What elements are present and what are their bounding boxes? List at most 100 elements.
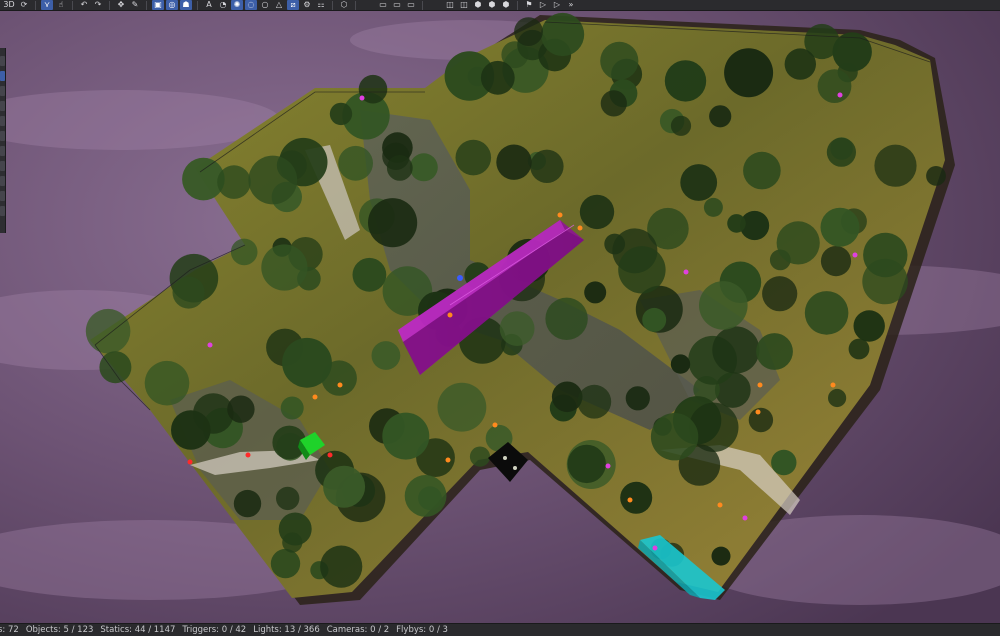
trigger-filter-button[interactable]: ⧄ bbox=[287, 0, 299, 10]
snap-filter-button[interactable]: ⚙ bbox=[301, 0, 313, 10]
sidebar-button-6[interactable] bbox=[0, 131, 5, 141]
sidebar-button-9[interactable] bbox=[0, 176, 5, 186]
object-marker[interactable] bbox=[577, 225, 583, 231]
sidebar-button-11[interactable] bbox=[0, 206, 5, 216]
rotate-view-button[interactable]: ⟳ bbox=[18, 0, 30, 10]
tree-canopy bbox=[853, 310, 885, 342]
camera-load-button[interactable]: ◫ bbox=[458, 0, 470, 10]
undo-button[interactable]: ↶ bbox=[78, 0, 90, 10]
render-toggle-button[interactable]: ▭ bbox=[405, 0, 417, 10]
person-filter-button[interactable]: ☗ bbox=[180, 0, 192, 10]
cube-top-button[interactable]: ⬢ bbox=[486, 0, 498, 10]
tree-canopy bbox=[368, 198, 418, 248]
move-tool-button[interactable]: ✥ bbox=[115, 0, 127, 10]
object-marker[interactable] bbox=[627, 497, 633, 503]
warning-filter-button[interactable]: △ bbox=[273, 0, 285, 10]
object-marker[interactable] bbox=[557, 212, 563, 218]
sidebar-button-7[interactable] bbox=[0, 146, 5, 156]
view-3d-button[interactable]: 3D bbox=[2, 0, 16, 10]
sidebar-button-1[interactable] bbox=[0, 56, 5, 66]
tree-canopy bbox=[551, 381, 583, 413]
toolbar-separator bbox=[146, 0, 147, 10]
left-toolbar bbox=[0, 48, 6, 233]
tree-canopy bbox=[329, 102, 353, 126]
object-marker[interactable] bbox=[742, 515, 748, 521]
status-rooms: s: 72 bbox=[0, 625, 19, 635]
play-button[interactable]: ▷ bbox=[537, 0, 549, 10]
toolbar-separator bbox=[72, 0, 73, 10]
light-marker[interactable] bbox=[457, 275, 463, 281]
tree-canopy bbox=[584, 281, 607, 304]
sidebar-button-10[interactable] bbox=[0, 191, 5, 201]
tree-canopy bbox=[382, 412, 430, 460]
object-marker[interactable] bbox=[337, 382, 343, 388]
object-filter-button[interactable]: ▣ bbox=[152, 0, 164, 10]
tree-canopy bbox=[248, 155, 298, 205]
object-marker[interactable] bbox=[837, 92, 843, 98]
light-filter-button[interactable]: ✺ bbox=[231, 0, 243, 10]
forward-button[interactable]: » bbox=[565, 0, 577, 10]
object-marker[interactable] bbox=[717, 502, 723, 508]
object-marker[interactable] bbox=[605, 463, 611, 469]
toolbar-separator bbox=[35, 0, 36, 10]
point-filter-button[interactable]: ○ bbox=[259, 0, 271, 10]
sidebar-button-2[interactable] bbox=[0, 71, 5, 81]
tree-canopy bbox=[496, 144, 532, 180]
tree-canopy bbox=[926, 166, 946, 186]
grid-toggle-button[interactable]: ▭ bbox=[391, 0, 403, 10]
redo-button[interactable]: ↷ bbox=[92, 0, 104, 10]
step-button[interactable]: ▷ bbox=[551, 0, 563, 10]
sound-filter-button[interactable]: ◔ bbox=[217, 0, 229, 10]
sidebar-button-8[interactable] bbox=[0, 161, 5, 171]
status-statics: Statics: 44 / 1147 bbox=[100, 625, 176, 635]
object-marker[interactable] bbox=[447, 312, 453, 318]
object-marker[interactable] bbox=[187, 459, 193, 465]
tree-canopy bbox=[567, 444, 606, 484]
tree-canopy bbox=[233, 489, 262, 518]
object-marker[interactable] bbox=[755, 409, 761, 415]
viewport-3d[interactable] bbox=[0, 0, 1000, 636]
tree-canopy bbox=[352, 257, 387, 292]
object-marker[interactable] bbox=[312, 394, 318, 400]
layer-toggle-button[interactable]: ▭ bbox=[377, 0, 389, 10]
select-tool-button[interactable]: ⋎ bbox=[41, 0, 53, 10]
tree-canopy bbox=[409, 153, 438, 182]
sidebar-button-4[interactable] bbox=[0, 101, 5, 111]
tree-canopy bbox=[455, 139, 492, 176]
tree-canopy bbox=[600, 90, 627, 117]
pick-tool-button[interactable]: ☝ bbox=[55, 0, 67, 10]
tree-canopy bbox=[670, 354, 691, 374]
tree-canopy bbox=[320, 545, 363, 588]
tree-canopy bbox=[756, 333, 793, 370]
sidebar-button-5[interactable] bbox=[0, 116, 5, 126]
region-filter-button[interactable]: ◌ bbox=[245, 0, 257, 10]
object-marker[interactable] bbox=[492, 422, 498, 428]
object-marker[interactable] bbox=[359, 95, 365, 101]
object-marker[interactable] bbox=[327, 452, 333, 458]
status-cameras: Cameras: 0 / 2 bbox=[326, 625, 390, 635]
object-marker[interactable] bbox=[652, 545, 658, 551]
tree-canopy bbox=[776, 221, 820, 265]
target-filter-button[interactable]: ◎ bbox=[166, 0, 178, 10]
tree-canopy bbox=[820, 246, 852, 277]
tree-canopy bbox=[85, 308, 131, 354]
flag-button[interactable]: ⚑ bbox=[523, 0, 535, 10]
mesh-filter-button[interactable]: ⬡ bbox=[338, 0, 350, 10]
object-marker[interactable] bbox=[852, 252, 858, 258]
camera-save-button[interactable]: ◫ bbox=[444, 0, 456, 10]
object-marker[interactable] bbox=[830, 382, 836, 388]
tree-canopy bbox=[711, 546, 731, 566]
cube-side-button[interactable]: ⬢ bbox=[500, 0, 512, 10]
object-marker[interactable] bbox=[757, 382, 763, 388]
toolbar-separator bbox=[355, 0, 356, 10]
group-filter-button[interactable]: ⚏ bbox=[315, 0, 327, 10]
object-marker[interactable] bbox=[445, 457, 451, 463]
tree-canopy bbox=[664, 60, 707, 102]
object-marker[interactable] bbox=[207, 342, 213, 348]
paint-tool-button[interactable]: ✎ bbox=[129, 0, 141, 10]
object-marker[interactable] bbox=[683, 269, 689, 275]
text-filter-button[interactable]: A bbox=[203, 0, 215, 10]
sidebar-button-3[interactable] bbox=[0, 86, 5, 96]
cube-view-button[interactable]: ⬢ bbox=[472, 0, 484, 10]
object-marker[interactable] bbox=[245, 452, 251, 458]
